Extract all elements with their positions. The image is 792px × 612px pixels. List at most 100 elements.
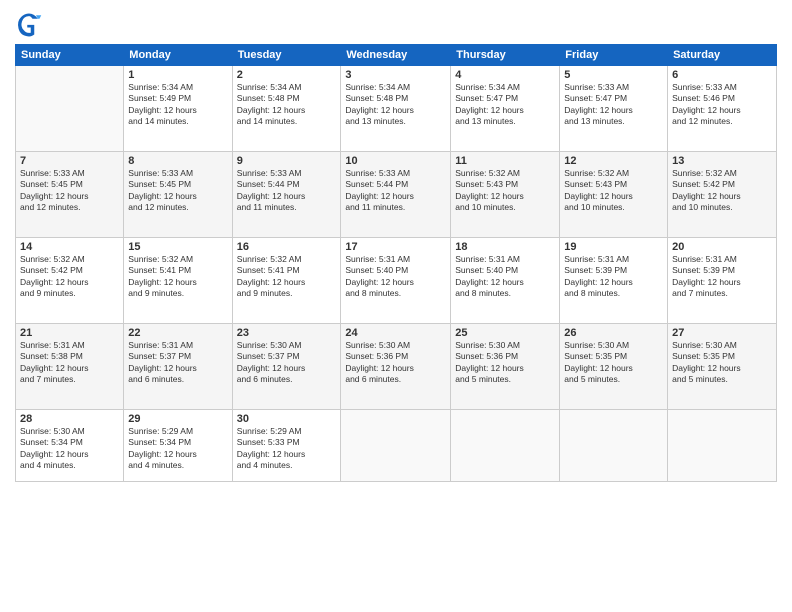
- day-info: Sunrise: 5:32 AM Sunset: 5:42 PM Dayligh…: [672, 168, 772, 214]
- day-info: Sunrise: 5:29 AM Sunset: 5:34 PM Dayligh…: [128, 426, 227, 472]
- day-number: 2: [237, 69, 337, 81]
- weekday-header-wednesday: Wednesday: [341, 45, 451, 66]
- day-cell: 13Sunrise: 5:32 AM Sunset: 5:42 PM Dayli…: [668, 152, 777, 238]
- day-cell: 14Sunrise: 5:32 AM Sunset: 5:42 PM Dayli…: [16, 238, 124, 324]
- week-row-1: 1Sunrise: 5:34 AM Sunset: 5:49 PM Daylig…: [16, 66, 777, 152]
- day-cell: 10Sunrise: 5:33 AM Sunset: 5:44 PM Dayli…: [341, 152, 451, 238]
- weekday-header-saturday: Saturday: [668, 45, 777, 66]
- day-number: 27: [672, 327, 772, 339]
- day-number: 25: [455, 327, 555, 339]
- week-row-4: 21Sunrise: 5:31 AM Sunset: 5:38 PM Dayli…: [16, 324, 777, 410]
- day-cell: 25Sunrise: 5:30 AM Sunset: 5:36 PM Dayli…: [451, 324, 560, 410]
- day-number: 9: [237, 155, 337, 167]
- day-cell: 24Sunrise: 5:30 AM Sunset: 5:36 PM Dayli…: [341, 324, 451, 410]
- day-number: 29: [128, 413, 227, 425]
- weekday-header-tuesday: Tuesday: [232, 45, 341, 66]
- day-number: 8: [128, 155, 227, 167]
- day-cell: [560, 410, 668, 482]
- day-info: Sunrise: 5:30 AM Sunset: 5:36 PM Dayligh…: [345, 340, 446, 386]
- weekday-header-monday: Monday: [124, 45, 232, 66]
- day-cell: [16, 66, 124, 152]
- day-cell: 21Sunrise: 5:31 AM Sunset: 5:38 PM Dayli…: [16, 324, 124, 410]
- day-cell: 20Sunrise: 5:31 AM Sunset: 5:39 PM Dayli…: [668, 238, 777, 324]
- day-number: 18: [455, 241, 555, 253]
- day-cell: 28Sunrise: 5:30 AM Sunset: 5:34 PM Dayli…: [16, 410, 124, 482]
- day-info: Sunrise: 5:32 AM Sunset: 5:41 PM Dayligh…: [128, 254, 227, 300]
- day-number: 4: [455, 69, 555, 81]
- calendar-table: SundayMondayTuesdayWednesdayThursdayFrid…: [15, 44, 777, 482]
- weekday-header-row: SundayMondayTuesdayWednesdayThursdayFrid…: [16, 45, 777, 66]
- day-cell: 27Sunrise: 5:30 AM Sunset: 5:35 PM Dayli…: [668, 324, 777, 410]
- day-number: 10: [345, 155, 446, 167]
- day-info: Sunrise: 5:33 AM Sunset: 5:44 PM Dayligh…: [345, 168, 446, 214]
- day-info: Sunrise: 5:33 AM Sunset: 5:45 PM Dayligh…: [20, 168, 119, 214]
- day-cell: [668, 410, 777, 482]
- day-info: Sunrise: 5:34 AM Sunset: 5:47 PM Dayligh…: [455, 82, 555, 128]
- day-number: 30: [237, 413, 337, 425]
- day-cell: 17Sunrise: 5:31 AM Sunset: 5:40 PM Dayli…: [341, 238, 451, 324]
- day-info: Sunrise: 5:33 AM Sunset: 5:47 PM Dayligh…: [564, 82, 663, 128]
- day-info: Sunrise: 5:31 AM Sunset: 5:38 PM Dayligh…: [20, 340, 119, 386]
- day-cell: 7Sunrise: 5:33 AM Sunset: 5:45 PM Daylig…: [16, 152, 124, 238]
- day-number: 5: [564, 69, 663, 81]
- day-number: 28: [20, 413, 119, 425]
- day-info: Sunrise: 5:31 AM Sunset: 5:39 PM Dayligh…: [672, 254, 772, 300]
- header: [15, 10, 777, 38]
- day-info: Sunrise: 5:33 AM Sunset: 5:44 PM Dayligh…: [237, 168, 337, 214]
- day-info: Sunrise: 5:30 AM Sunset: 5:37 PM Dayligh…: [237, 340, 337, 386]
- day-number: 12: [564, 155, 663, 167]
- day-info: Sunrise: 5:29 AM Sunset: 5:33 PM Dayligh…: [237, 426, 337, 472]
- day-info: Sunrise: 5:30 AM Sunset: 5:35 PM Dayligh…: [672, 340, 772, 386]
- weekday-header-sunday: Sunday: [16, 45, 124, 66]
- week-row-2: 7Sunrise: 5:33 AM Sunset: 5:45 PM Daylig…: [16, 152, 777, 238]
- week-row-5: 28Sunrise: 5:30 AM Sunset: 5:34 PM Dayli…: [16, 410, 777, 482]
- day-info: Sunrise: 5:34 AM Sunset: 5:48 PM Dayligh…: [237, 82, 337, 128]
- weekday-header-thursday: Thursday: [451, 45, 560, 66]
- day-info: Sunrise: 5:30 AM Sunset: 5:36 PM Dayligh…: [455, 340, 555, 386]
- day-cell: 11Sunrise: 5:32 AM Sunset: 5:43 PM Dayli…: [451, 152, 560, 238]
- day-number: 26: [564, 327, 663, 339]
- day-number: 22: [128, 327, 227, 339]
- logo: [15, 10, 47, 38]
- day-info: Sunrise: 5:33 AM Sunset: 5:46 PM Dayligh…: [672, 82, 772, 128]
- day-cell: 9Sunrise: 5:33 AM Sunset: 5:44 PM Daylig…: [232, 152, 341, 238]
- day-cell: 2Sunrise: 5:34 AM Sunset: 5:48 PM Daylig…: [232, 66, 341, 152]
- day-cell: 12Sunrise: 5:32 AM Sunset: 5:43 PM Dayli…: [560, 152, 668, 238]
- day-number: 23: [237, 327, 337, 339]
- day-number: 13: [672, 155, 772, 167]
- day-number: 7: [20, 155, 119, 167]
- day-number: 16: [237, 241, 337, 253]
- day-info: Sunrise: 5:33 AM Sunset: 5:45 PM Dayligh…: [128, 168, 227, 214]
- logo-icon: [15, 10, 43, 38]
- day-number: 3: [345, 69, 446, 81]
- day-number: 24: [345, 327, 446, 339]
- day-cell: 30Sunrise: 5:29 AM Sunset: 5:33 PM Dayli…: [232, 410, 341, 482]
- day-number: 6: [672, 69, 772, 81]
- day-info: Sunrise: 5:32 AM Sunset: 5:42 PM Dayligh…: [20, 254, 119, 300]
- day-cell: 18Sunrise: 5:31 AM Sunset: 5:40 PM Dayli…: [451, 238, 560, 324]
- day-number: 20: [672, 241, 772, 253]
- weekday-header-friday: Friday: [560, 45, 668, 66]
- day-cell: 6Sunrise: 5:33 AM Sunset: 5:46 PM Daylig…: [668, 66, 777, 152]
- day-cell: 3Sunrise: 5:34 AM Sunset: 5:48 PM Daylig…: [341, 66, 451, 152]
- day-number: 11: [455, 155, 555, 167]
- day-cell: [341, 410, 451, 482]
- day-info: Sunrise: 5:34 AM Sunset: 5:48 PM Dayligh…: [345, 82, 446, 128]
- day-number: 15: [128, 241, 227, 253]
- day-info: Sunrise: 5:31 AM Sunset: 5:40 PM Dayligh…: [455, 254, 555, 300]
- day-info: Sunrise: 5:30 AM Sunset: 5:35 PM Dayligh…: [564, 340, 663, 386]
- day-info: Sunrise: 5:32 AM Sunset: 5:41 PM Dayligh…: [237, 254, 337, 300]
- day-cell: 8Sunrise: 5:33 AM Sunset: 5:45 PM Daylig…: [124, 152, 232, 238]
- day-cell: [451, 410, 560, 482]
- day-number: 17: [345, 241, 446, 253]
- day-cell: 5Sunrise: 5:33 AM Sunset: 5:47 PM Daylig…: [560, 66, 668, 152]
- day-info: Sunrise: 5:32 AM Sunset: 5:43 PM Dayligh…: [564, 168, 663, 214]
- day-number: 1: [128, 69, 227, 81]
- day-info: Sunrise: 5:31 AM Sunset: 5:37 PM Dayligh…: [128, 340, 227, 386]
- day-cell: 15Sunrise: 5:32 AM Sunset: 5:41 PM Dayli…: [124, 238, 232, 324]
- day-info: Sunrise: 5:34 AM Sunset: 5:49 PM Dayligh…: [128, 82, 227, 128]
- day-cell: 19Sunrise: 5:31 AM Sunset: 5:39 PM Dayli…: [560, 238, 668, 324]
- day-number: 21: [20, 327, 119, 339]
- day-cell: 16Sunrise: 5:32 AM Sunset: 5:41 PM Dayli…: [232, 238, 341, 324]
- day-info: Sunrise: 5:31 AM Sunset: 5:40 PM Dayligh…: [345, 254, 446, 300]
